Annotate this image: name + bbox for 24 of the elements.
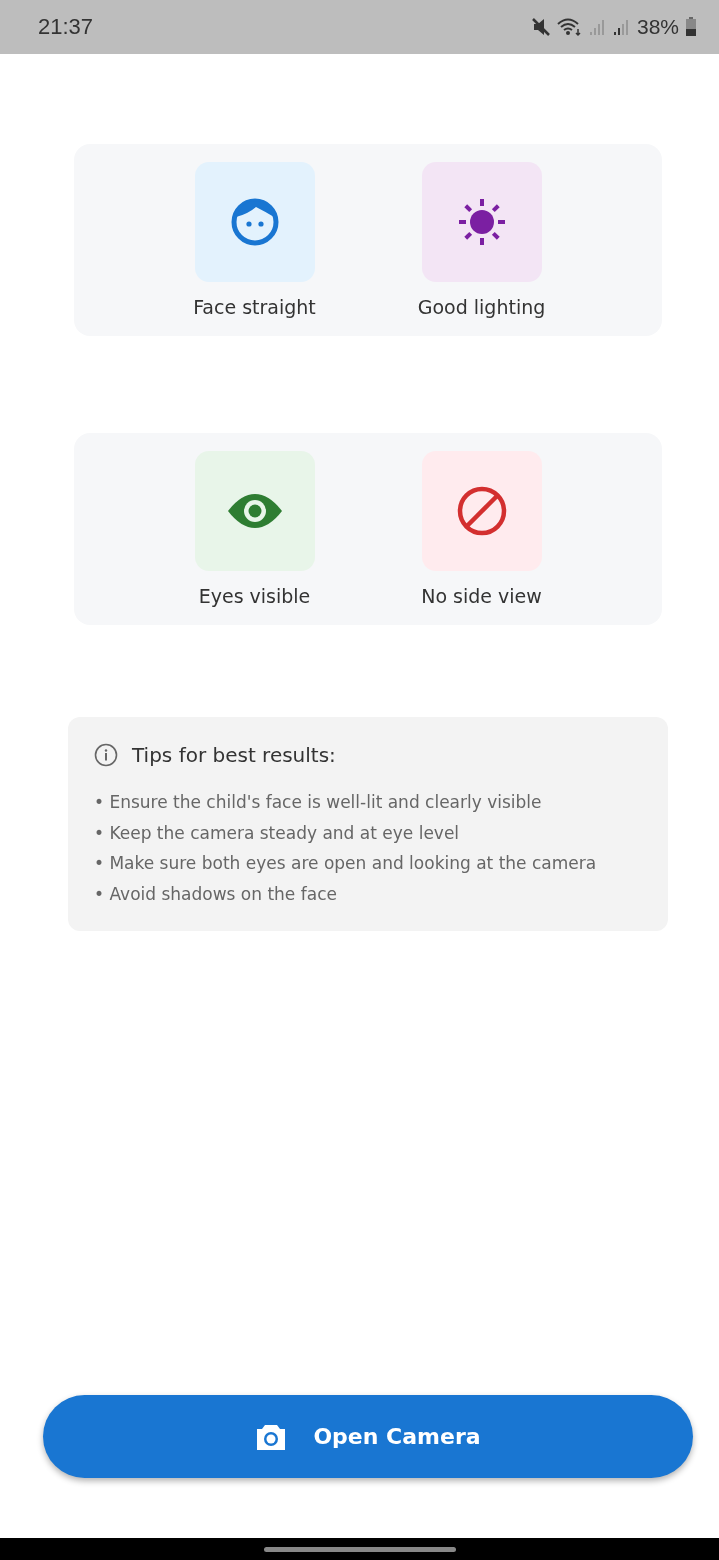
tip-text: • Avoid shadows on the face (94, 882, 338, 906)
camera-icon (255, 1422, 288, 1451)
tips-title: Tips for best results: (132, 743, 336, 767)
tip-text: • Make sure both eyes are open and looking at the camera (94, 852, 598, 875)
home-handle[interactable] (263, 1546, 456, 1552)
signal-icon (612, 18, 631, 36)
tip-text: • Ensure the child's face is well-lit and clearly visible (94, 791, 543, 814)
guideline-label: Good lighting (417, 296, 546, 318)
guideline-label: No side view (421, 585, 542, 607)
mute-icon (530, 17, 551, 37)
status-time: 21:37 (38, 14, 94, 40)
face-icon (229, 197, 280, 247)
signal-icon (588, 18, 607, 36)
prohibited-icon (455, 485, 508, 537)
tip-text: • Keep the camera steady and at eye level (94, 821, 461, 845)
guideline-label: Face straight (193, 296, 316, 318)
wifi-icon (556, 17, 583, 37)
info-icon (94, 743, 118, 767)
guideline-label: Eyes visible (198, 585, 311, 607)
sun-icon (456, 197, 507, 247)
battery-percent: 38% (636, 15, 679, 39)
battery-icon (685, 17, 697, 37)
eye-icon (226, 493, 283, 529)
open-camera-button[interactable]: Open Camera (43, 1395, 693, 1478)
